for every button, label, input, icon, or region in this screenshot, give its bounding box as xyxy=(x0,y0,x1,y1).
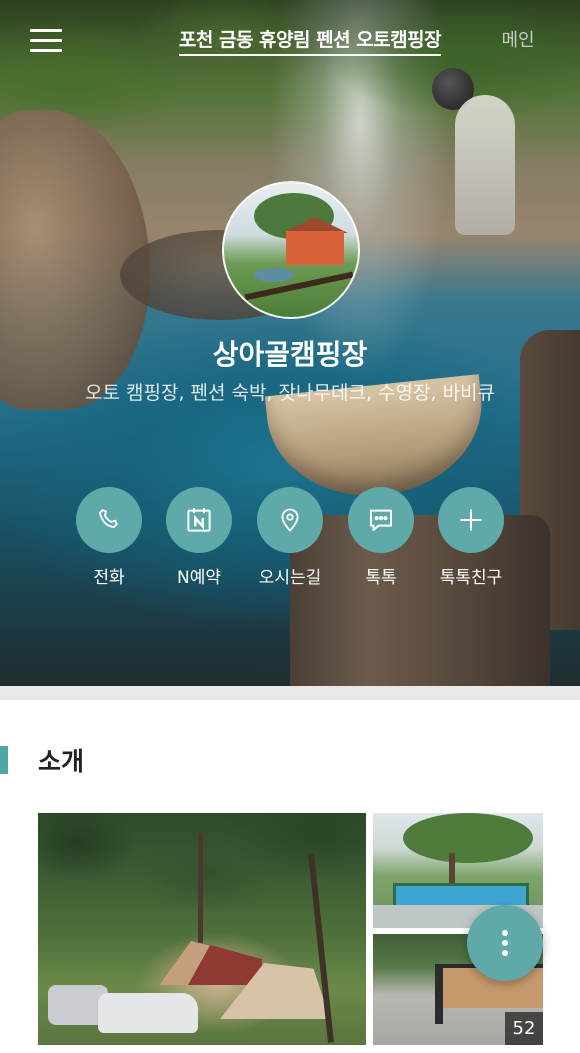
site-title-text[interactable]: 포천 금동 휴양림 펜션 오토캠핑장 xyxy=(178,29,442,56)
place-description: 오토 캠핑장, 펜션 숙박, 잣나무데크, 수영장, 바비큐 xyxy=(85,382,495,404)
section-accent-bar xyxy=(0,746,8,774)
chat-bubble-icon xyxy=(348,487,414,553)
section-divider xyxy=(0,686,580,700)
site-title[interactable]: 포천 금동 휴양림 펜션 오토캠핑장 xyxy=(150,25,470,56)
directions-button[interactable]: 오시는길 xyxy=(245,487,335,588)
main-link[interactable]: 메인 xyxy=(488,26,548,52)
action-bar: 전화 N예약 오시는길 톡톡 톡톡친구 xyxy=(64,487,524,597)
call-button[interactable]: 전화 xyxy=(64,487,154,588)
section-title: 소개 xyxy=(38,747,85,776)
naver-booking-label: N예약 xyxy=(177,568,221,588)
talktalk-friend-label: 톡톡친구 xyxy=(439,568,503,588)
talktalk-button[interactable]: 톡톡 xyxy=(336,487,426,588)
hero-statue xyxy=(455,95,515,235)
avatar xyxy=(222,181,360,319)
photo-count-badge[interactable]: 52 xyxy=(505,1012,543,1045)
phone-icon xyxy=(76,487,142,553)
talktalk-label: 톡톡 xyxy=(365,568,397,588)
place-name: 상아골캠핑장 xyxy=(212,338,368,371)
more-options-button[interactable] xyxy=(467,905,543,981)
naver-booking-button[interactable]: N예약 xyxy=(154,487,244,588)
naver-booking-calendar-icon xyxy=(166,487,232,553)
plus-icon xyxy=(438,487,504,553)
directions-label: 오시는길 xyxy=(258,568,322,588)
hamburger-menu-icon[interactable] xyxy=(30,27,62,55)
call-label: 전화 xyxy=(93,568,125,588)
talktalk-friend-button[interactable]: 톡톡친구 xyxy=(426,487,516,588)
more-vertical-icon xyxy=(502,930,508,956)
location-pin-icon xyxy=(257,487,323,553)
intro-photo-main[interactable] xyxy=(38,813,366,1045)
